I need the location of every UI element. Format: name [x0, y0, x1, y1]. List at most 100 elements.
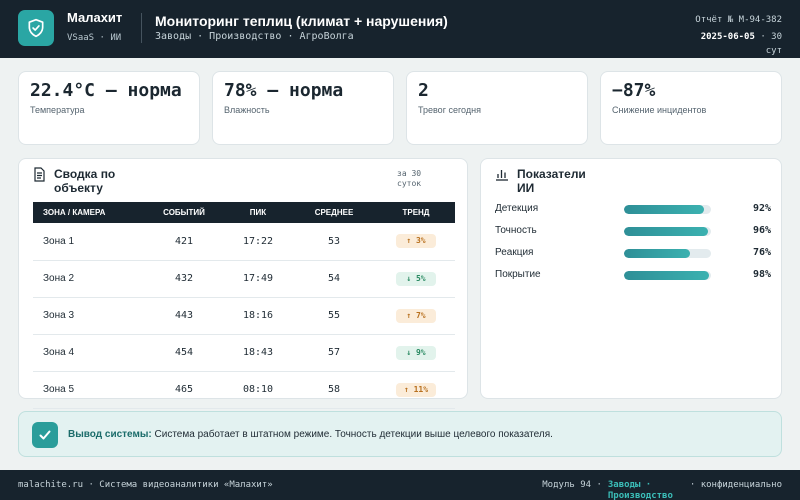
table-row[interactable]: Зона 1 421 17:22 53 ↑ 3%: [33, 223, 455, 261]
document-icon: [34, 167, 45, 182]
zone-name: Зона 5: [33, 371, 143, 409]
summary-title: Сводка по объекту: [54, 167, 116, 195]
trend-up-badge: ↑ 7%: [396, 308, 436, 323]
table-row[interactable]: Зона 4 454 18:43 57 ↓ 9%: [33, 334, 455, 372]
summary-table: ЗОНА / КАМЕРА СОБЫТИЙ ПИК СРЕДНЕЕ ТРЕНД …: [33, 202, 455, 409]
average-value: 54: [291, 260, 377, 298]
progress-fill: [624, 249, 691, 258]
metric-coverage: Покрытие 98%: [495, 267, 771, 283]
events-count: 465: [143, 371, 225, 409]
kpi-value: 2: [418, 80, 429, 101]
progress-bar: [624, 271, 711, 280]
kpi-label: Влажность: [224, 105, 270, 115]
report-period: · 30 сут: [760, 32, 782, 56]
peak-time: 17:22: [225, 223, 291, 261]
events-count: 454: [143, 334, 225, 372]
footer-section: Заводы · Производство: [607, 480, 673, 500]
ai-metrics-panel: Показатели ИИ Детекция 92% Точность 96% …: [480, 158, 782, 399]
table-row[interactable]: Зона 2 432 17:49 54 ↓ 5%: [33, 260, 455, 298]
progress-fill: [624, 227, 708, 236]
metric-label: Детекция: [495, 203, 539, 214]
trend-up-badge: ↑ 11%: [396, 382, 436, 397]
check-icon: [32, 422, 58, 448]
trend-down-badge: ↓ 9%: [396, 345, 436, 360]
conclusion-label: Вывод системы:: [68, 429, 152, 440]
metric-reaction: Реакция 76%: [495, 245, 771, 261]
kpi-value: 78% — норма: [224, 80, 344, 101]
shield-icon: [18, 10, 54, 46]
metric-percent: 76%: [752, 247, 771, 258]
ai-panel-header: Показатели ИИ: [495, 167, 597, 195]
metric-accuracy: Точность 96%: [495, 223, 771, 239]
conclusion-text: Вывод системы: Система работает в штатно…: [68, 429, 553, 440]
report-number: Отчёт № М-94-382: [695, 15, 782, 25]
footer-module: Модуль 94 ·: [542, 480, 602, 490]
metric-detection: Детекция 92%: [495, 201, 771, 217]
zone-name: Зона 2: [33, 260, 143, 298]
peak-time: 18:43: [225, 334, 291, 372]
breadcrumb: Заводы · Производство · АгроВолга: [155, 31, 354, 42]
kpi-value: 22.4°C — норма: [30, 80, 182, 101]
column-header-zone: ЗОНА / КАМЕРА: [43, 208, 106, 217]
metric-label: Реакция: [495, 247, 534, 258]
zone-name: Зона 4: [33, 334, 143, 372]
bar-chart-icon: [496, 170, 508, 181]
events-count: 421: [143, 223, 225, 261]
progress-fill: [624, 205, 705, 214]
report-date-value: 2025-06-05: [700, 32, 755, 42]
average-value: 55: [291, 297, 377, 335]
table-row[interactable]: Зона 3 443 18:16 55 ↑ 7%: [33, 297, 455, 335]
peak-time: 17:49: [225, 260, 291, 298]
progress-bar: [624, 205, 711, 214]
trend-down-badge: ↓ 5%: [396, 271, 436, 286]
page-title: Мониторинг теплиц (климат + нарушения): [155, 13, 448, 29]
progress-fill: [624, 271, 710, 280]
kpi-label: Снижение инцидентов: [612, 105, 707, 115]
kpi-humidity: 78% — норма Влажность: [212, 71, 394, 145]
column-header-peak: ПИК: [249, 208, 267, 217]
footer-confidential: · конфиденциально: [689, 480, 782, 490]
footer-site: malachite.ru · Система видеоаналитики «М…: [18, 480, 273, 490]
system-conclusion: Вывод системы: Система работает в штатно…: [18, 411, 782, 457]
brand-subtitle: VSaaS · ИИ: [67, 33, 122, 43]
average-value: 58: [291, 371, 377, 409]
report-date: 2025-06-05 · 30 сут: [682, 30, 782, 58]
ai-panel-title: Показатели ИИ: [517, 167, 586, 195]
column-header-trend: ТРЕНД: [402, 208, 430, 217]
kpi-label: Температура: [30, 105, 85, 115]
peak-time: 08:10: [225, 371, 291, 409]
metric-percent: 96%: [752, 225, 771, 236]
events-count: 432: [143, 260, 225, 298]
kpi-label: Тревог сегодня: [418, 105, 481, 115]
table-header-row: ЗОНА / КАМЕРА СОБЫТИЙ ПИК СРЕДНЕЕ ТРЕНД: [33, 202, 455, 223]
brand-name: Малахит: [67, 10, 123, 25]
kpi-temperature: 22.4°C — норма Температура: [18, 71, 200, 145]
footer: malachite.ru · Система видеоаналитики «М…: [0, 470, 800, 500]
events-count: 443: [143, 297, 225, 335]
peak-time: 18:16: [225, 297, 291, 335]
trend-up-badge: ↑ 3%: [396, 234, 436, 249]
header: Малахит VSaaS · ИИ Мониторинг теплиц (кл…: [0, 0, 800, 58]
conclusion-body: Система работает в штатном режиме. Точно…: [151, 429, 553, 440]
progress-bar: [624, 227, 711, 236]
average-value: 57: [291, 334, 377, 372]
summary-panel-header: Сводка по объекту: [33, 167, 144, 195]
progress-bar: [624, 249, 711, 258]
kpi-alarms: 2 Тревог сегодня: [406, 71, 588, 145]
metric-label: Покрытие: [495, 269, 541, 280]
zone-name: Зона 3: [33, 297, 143, 335]
metric-percent: 92%: [752, 203, 771, 214]
kpi-value: −87%: [612, 80, 656, 101]
header-divider: [141, 13, 142, 43]
average-value: 53: [291, 223, 377, 261]
column-header-events: СОБЫТИЙ: [163, 208, 205, 217]
summary-panel: Сводка по объекту за 30 суток ЗОНА / КАМ…: [18, 158, 468, 409]
summary-period: за 30 суток: [397, 169, 422, 188]
column-header-average: СРЕДНЕЕ: [314, 208, 354, 217]
table-row[interactable]: Зона 5 465 08:10 58 ↑ 11%: [33, 371, 455, 409]
metric-percent: 98%: [752, 269, 771, 280]
zone-name: Зона 1: [33, 223, 143, 261]
footer-meta: Модуль 94 · Заводы · Производство · конф…: [542, 480, 782, 500]
kpi-incident-reduction: −87% Снижение инцидентов: [600, 71, 782, 145]
metric-label: Точность: [495, 225, 537, 236]
